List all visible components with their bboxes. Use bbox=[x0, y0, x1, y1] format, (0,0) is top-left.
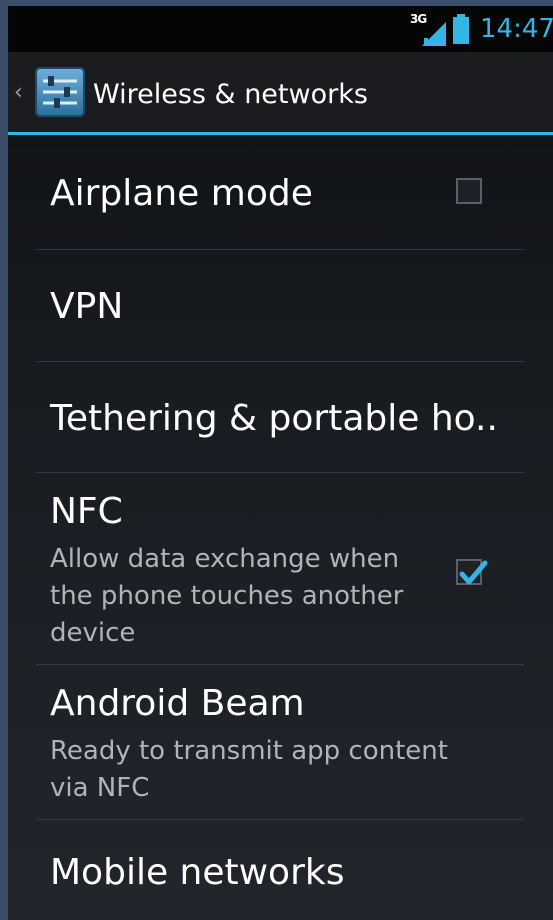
signal-icon bbox=[422, 22, 446, 46]
android-beam-summary-line: Ready to transmit app content bbox=[50, 736, 448, 766]
nfc-checkbox[interactable] bbox=[456, 559, 488, 585]
tethering-setting[interactable]: Tethering & portable ho.. bbox=[8, 362, 553, 472]
phone-screen: 3G 14:47 ‹ Wireless & networks Airplane … bbox=[8, 6, 553, 920]
status-bar: 3G 14:47 bbox=[8, 6, 553, 52]
android-beam-summary: Ready to transmit app content via NFC bbox=[50, 733, 510, 807]
up-caret-icon[interactable]: ‹ bbox=[14, 82, 23, 104]
nfc-summary-line: device bbox=[50, 618, 136, 648]
airplane-mode-setting[interactable]: Airplane mode bbox=[8, 135, 553, 249]
screen-title: Wireless & networks bbox=[93, 79, 368, 110]
settings-sliders-icon[interactable] bbox=[34, 66, 86, 118]
checkmark-icon bbox=[459, 560, 488, 585]
battery-icon bbox=[453, 14, 469, 44]
nfc-summary-line: the phone touches another bbox=[50, 581, 404, 611]
mobile-networks-setting[interactable]: Mobile networks bbox=[8, 820, 553, 920]
vpn-setting[interactable]: VPN bbox=[8, 250, 553, 361]
android-beam-summary-line: via NFC bbox=[50, 773, 150, 803]
tethering-title: Tethering & portable ho.. bbox=[50, 398, 498, 439]
android-beam-setting[interactable]: Android Beam Ready to transmit app conte… bbox=[8, 665, 553, 819]
nfc-summary-line: Allow data exchange when bbox=[50, 544, 400, 574]
mobile-networks-title: Mobile networks bbox=[50, 852, 345, 893]
nfc-title: NFC bbox=[50, 491, 123, 532]
airplane-mode-title: Airplane mode bbox=[50, 173, 313, 214]
nfc-setting[interactable]: NFC Allow data exchange when the phone t… bbox=[8, 473, 553, 664]
vpn-title: VPN bbox=[50, 286, 124, 327]
airplane-mode-checkbox[interactable] bbox=[456, 178, 482, 204]
status-time: 14:47 bbox=[480, 14, 553, 44]
action-bar: ‹ Wireless & networks bbox=[8, 52, 553, 135]
android-beam-title: Android Beam bbox=[50, 683, 305, 724]
nfc-summary: Allow data exchange when the phone touch… bbox=[50, 541, 450, 652]
